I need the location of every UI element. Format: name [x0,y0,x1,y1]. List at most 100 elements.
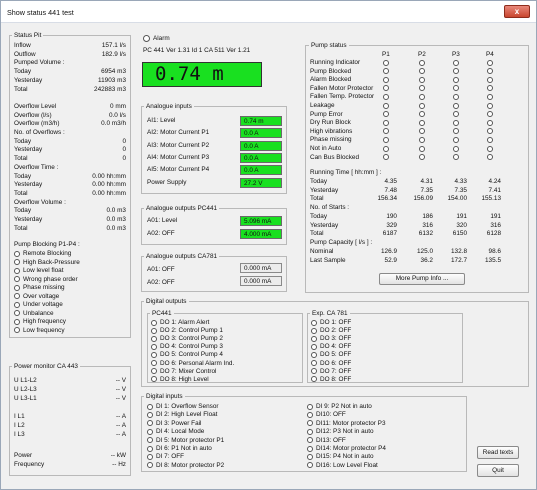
blocking-radio[interactable] [14,293,20,299]
pump-stat-value: 154.00 [447,195,467,202]
di-radio [147,403,153,410]
blocking-radio[interactable] [14,276,20,282]
pump-stat-value: 52.9 [384,256,397,264]
do-ca-radio [311,335,317,342]
pit-row-value: 0 [122,137,126,145]
aopc-value: 5.096 mA [240,216,282,226]
power-row-label: U L2-L3 [14,386,37,393]
power-row-label: U L1-L2 [14,377,37,384]
do-ca-label: DO 8: OFF [320,375,352,383]
aoca-label: A02: OFF [147,279,175,286]
blocking-radio[interactable] [14,259,20,265]
pump-indicator-radio [383,145,389,152]
ai-value: 0.0 A [240,165,282,176]
pump-indicator-radio [487,119,493,126]
do-ca-label: DO 2: OFF [320,327,352,335]
blocking-radio[interactable] [14,284,20,291]
di-label: DI 7: OFF [156,453,185,461]
pump-stat-value: 191 [456,213,467,220]
pump-stat-label: Total [310,230,324,237]
do-pc-label: DO 6: Personal Alarm Ind. [160,359,235,367]
pit-row-value: 0.0 m3/h [101,120,126,128]
pump-column-header: P1 [382,51,390,58]
pump-stat-value: 6150 [452,230,467,237]
read-texts-button[interactable]: Read texts [477,446,519,459]
pump-indicator-label: Leakage [310,102,335,109]
power-row-label: Power [14,452,33,459]
blocking-radio[interactable] [14,250,20,257]
pump-stat-value: 6128 [486,230,501,237]
blocking-radio[interactable] [14,301,20,308]
pump-stat-value: 191 [490,213,501,220]
blocking-label: Remote Blocking [23,250,72,257]
pump-stat-value: 6132 [418,230,433,237]
pump-stat-value: 316 [490,221,501,229]
pump-stat-value: 36.2 [420,256,433,264]
pump-indicator-radio [419,102,425,109]
power-row-label: I L2 [14,422,25,429]
pump-indicator-label: Fallen Temp. Protector [310,93,375,101]
pump-indicator-radio [487,136,493,143]
power-row-value: -- A [116,413,126,420]
do-pc-radio [151,351,157,358]
pump-indicator-radio [383,59,389,66]
do-ca-label: DO 3: OFF [320,335,352,343]
pit-row-label: Inflow [14,42,31,49]
di-label: DI14: Motor protector P4 [316,445,386,452]
pump-stat-value: 125.0 [417,248,433,255]
pump-stat-value: 4.24 [488,178,501,185]
do-pc-label: DO 3: Control Pump 2 [160,335,223,343]
close-button[interactable]: x [504,5,530,18]
do-pc-label: DO 5: Control Pump 4 [160,351,223,359]
do-pc-label: DO 2: Control Pump 1 [160,327,223,335]
pit-row-label: Total [14,189,28,197]
pump-indicator-radio [453,136,459,143]
ai-value: 0.0 A [240,152,282,163]
pump-stat-label: Today [310,213,328,220]
do-ca-label: DO 1: OFF [320,319,352,326]
pump-indicator-radio [487,76,493,83]
pump-indicator-radio [383,76,389,83]
power-row-label: I L1 [14,413,25,420]
pit-row-value: 242883 m3 [94,85,126,93]
di-label: DI12: P3 Not in auto [316,428,374,436]
pump-stat-label: Nominal [310,248,334,255]
pit-row-label: Yesterday [14,216,43,223]
do-ca781-title: Exp. CA 781 [310,310,350,317]
pit-row-label: Pumped Volume : [14,59,65,67]
blocking-radio[interactable] [14,318,20,325]
alarm-radio[interactable] [143,35,150,42]
pump-stat-value: 329 [386,221,397,229]
blocking-label: High Back-Pressure [23,258,80,266]
aoca-value: 0.000 mA [240,263,282,273]
pump-indicator-radio [453,102,459,109]
pit-row-label: Today [14,207,32,215]
di-radio [147,453,153,460]
pit-row-value: 182.9 l/s [101,50,126,58]
power-row-label: I L3 [14,431,25,438]
pit-row-value: 0.0 m3 [106,207,126,215]
quit-button[interactable]: Quit [477,464,519,477]
di-label: DI16: Low Level Float [316,461,378,469]
pump-stat-value: 172.7 [451,256,467,264]
power-row-value: -- Hz [112,461,126,468]
pump-stat-value: 4.33 [454,178,467,185]
pit-row-value: 0.00 hh:mm [92,172,126,180]
pump-indicator-radio [419,136,425,143]
pit-row-value: 11903 m3 [98,76,126,84]
pump-indicator-radio [419,76,425,83]
pump-stat-value: 135.5 [485,256,501,264]
do-pc-radio [151,343,157,350]
digital-inputs-title: Digital inputs [144,393,185,400]
pump-stat-value: 155.13 [481,195,501,202]
pump-indicator-label: Can Bus Blocked [310,153,360,161]
ai-label: AI5: Motor Current P4 [147,166,210,174]
power-row-value: -- A [116,422,126,429]
di-label: DI 1: Overflow Sensor [156,403,219,410]
more-pump-info-button[interactable]: More Pump Info ... [379,273,465,285]
blocking-radio[interactable] [14,310,20,316]
blocking-radio[interactable] [14,267,20,274]
ai-label: AI1: Level [147,117,176,124]
status-window: Show status 441 test x Status Pit Pump B… [0,0,537,490]
blocking-radio[interactable] [14,327,20,333]
